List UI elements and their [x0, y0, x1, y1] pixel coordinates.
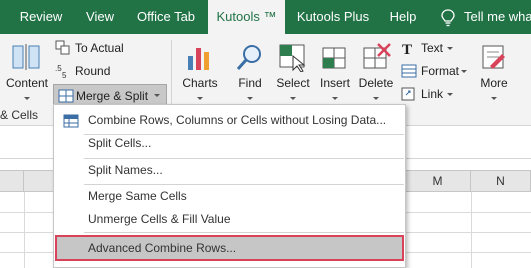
ribbon-tab-bar: Review View Office Tab Kutools ™ Kutools…: [0, 0, 531, 35]
menu-item-label: Split Names...: [88, 163, 163, 177]
menu-item-split-names[interactable]: Split Names...: [55, 159, 404, 182]
charts-label: Charts: [182, 76, 218, 90]
select-icon: [279, 44, 306, 72]
chevron-down-icon: [373, 97, 379, 100]
menu-item-combine-rows-columns[interactable]: Combine Rows, Columns or Cells without L…: [55, 109, 404, 132]
insert-label: Insert: [319, 76, 350, 90]
merge-split-icon: [58, 89, 74, 103]
column-header-m[interactable]: M: [405, 171, 471, 192]
insert-button[interactable]: Insert: [316, 40, 354, 102]
chevron-down-icon: [154, 94, 160, 97]
format-button[interactable]: Format: [401, 61, 471, 81]
tab-kutools-plus[interactable]: Kutools Plus: [290, 0, 376, 34]
content-button[interactable]: Content: [2, 40, 52, 100]
chevron-down-icon: [24, 97, 30, 100]
content-label: Content: [5, 76, 49, 90]
chevron-down-icon: [447, 93, 453, 96]
svg-text:T: T: [402, 42, 412, 56]
format-icon: [401, 64, 417, 78]
charts-icon: [188, 48, 209, 70]
merge-split-menu: Combine Rows, Columns or Cells without L…: [53, 104, 406, 268]
tell-me-label: Tell me wha: [464, 9, 531, 24]
delete-button[interactable]: Delete: [356, 40, 396, 102]
round-label: Round: [75, 64, 111, 78]
link-button[interactable]: Link: [401, 84, 471, 104]
text-label: Text: [421, 41, 444, 55]
select-all-corner[interactable]: [0, 171, 24, 192]
to-actual-label: To Actual: [75, 41, 124, 55]
find-label: Find: [238, 76, 262, 90]
round-button[interactable]: .5 5 Round: [55, 61, 165, 81]
lightbulb-icon: [441, 9, 455, 27]
select-button[interactable]: Select: [274, 40, 312, 102]
chevron-down-icon: [332, 97, 338, 100]
chevron-down-icon: [447, 47, 453, 50]
delete-icon: [363, 43, 391, 69]
chevron-down-icon: [461, 70, 467, 73]
grid-line: [24, 192, 25, 268]
more-label: More: [480, 76, 508, 90]
insert-icon: [322, 47, 346, 69]
link-icon: [401, 87, 415, 101]
menu-item-split-cells[interactable]: Split Cells...: [55, 132, 404, 155]
charts-button[interactable]: Charts: [178, 40, 222, 102]
ribbon-group-label: & Cells: [0, 108, 39, 122]
more-button[interactable]: More: [476, 40, 512, 102]
tab-view[interactable]: View: [78, 0, 122, 34]
text-icon: T: [402, 42, 412, 56]
column-header-n[interactable]: N: [471, 171, 531, 192]
magnifier-icon: [236, 45, 261, 70]
grid-line: [471, 192, 472, 268]
menu-item-label: Merge Same Cells: [88, 189, 187, 203]
merge-split-button[interactable]: Merge & Split: [53, 84, 167, 106]
select-label: Select: [276, 76, 310, 90]
menu-item-label: Combine Rows, Columns or Cells without L…: [88, 113, 387, 127]
menu-separator: [84, 232, 404, 233]
chevron-down-icon: [197, 97, 203, 100]
combine-icon: [63, 114, 79, 128]
delete-label: Delete: [358, 76, 394, 90]
menu-item-unmerge-cells[interactable]: Unmerge Cells & Fill Value: [55, 208, 404, 231]
menu-item-label: Unmerge Cells & Fill Value: [88, 212, 231, 226]
link-label: Link: [421, 87, 444, 101]
tab-review[interactable]: Review: [10, 0, 72, 34]
content-icon: [12, 44, 40, 70]
svg-text:5: 5: [62, 71, 67, 79]
menu-item-merge-same-cells[interactable]: Merge Same Cells: [55, 185, 404, 208]
round-icon: .5 5: [55, 64, 67, 79]
chevron-down-icon: [491, 97, 497, 100]
text-button[interactable]: T Text: [401, 38, 471, 58]
tab-office-tab[interactable]: Office Tab: [128, 0, 204, 34]
tab-kutools[interactable]: Kutools ™: [208, 0, 285, 35]
menu-item-advanced-combine-rows[interactable]: Advanced Combine Rows...: [55, 235, 404, 261]
find-button[interactable]: Find: [232, 40, 268, 102]
menu-item-label: Split Cells...: [88, 136, 152, 150]
to-actual-button[interactable]: To Actual: [55, 38, 165, 58]
more-icon: [482, 45, 505, 69]
chevron-down-icon: [290, 97, 296, 100]
tab-help[interactable]: Help: [382, 0, 424, 34]
menu-item-label: Advanced Combine Rows...: [88, 241, 237, 255]
format-label: Format: [421, 64, 460, 78]
to-actual-icon: [55, 40, 70, 55]
chevron-down-icon: [247, 97, 253, 100]
